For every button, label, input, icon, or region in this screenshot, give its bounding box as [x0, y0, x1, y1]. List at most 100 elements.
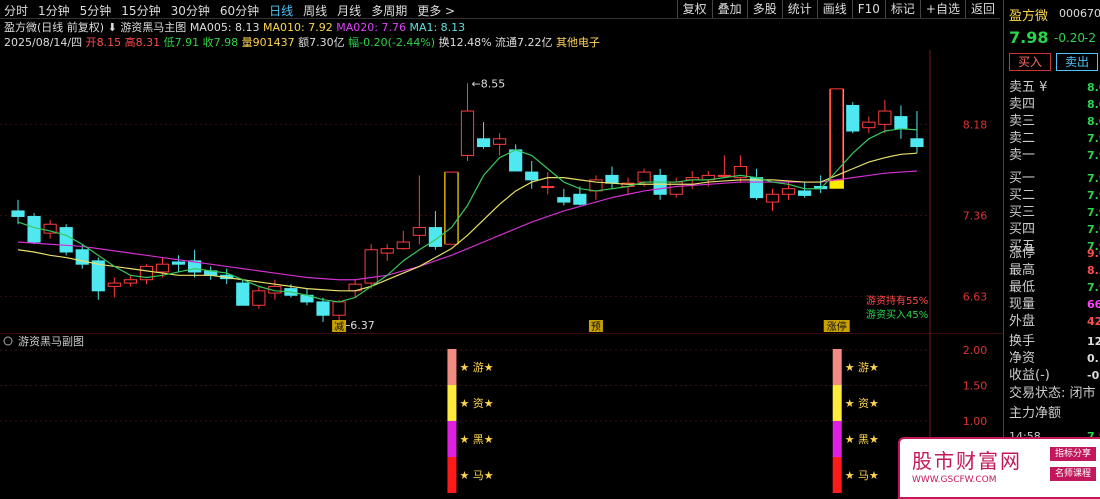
toolbar-button[interactable]: 标记 — [884, 0, 920, 18]
candle-body — [444, 171, 459, 245]
toolbar-button[interactable]: 多股 — [746, 0, 782, 18]
trade-status: 交易状态: 闭市 — [1009, 386, 1096, 401]
stat-label: 外盘 — [1009, 314, 1036, 329]
candle-body — [878, 110, 892, 125]
stat-label: 换手 — [1009, 334, 1036, 349]
candle-body — [316, 301, 330, 316]
open: 开8.15 — [85, 36, 122, 49]
period-tab[interactable]: 30分钟 — [171, 2, 210, 19]
toolbar-button[interactable]: 统计 — [781, 0, 817, 18]
stat-value: 12.48 — [1087, 335, 1100, 348]
sell-button[interactable]: 卖出 — [1056, 53, 1098, 71]
period-tab[interactable]: 周线 — [303, 2, 327, 19]
holding-legend: 游资持有55% — [866, 294, 928, 307]
sub-signal-label: ★ 黑★ — [459, 433, 493, 446]
toolbar-button[interactable]: 画线 — [816, 0, 852, 18]
sub-signal-bar — [447, 457, 457, 493]
candle-body — [493, 138, 507, 145]
chevron-down-icon — [3, 336, 13, 346]
indicator-share-badge[interactable]: 指标分享 — [1050, 447, 1096, 461]
candle-body — [717, 174, 731, 177]
order-level-label: 卖四 — [1009, 97, 1036, 112]
chevron-down-icon[interactable]: ⬇ — [108, 21, 117, 34]
sub-signal-bar — [832, 457, 842, 493]
float-cap: 流通7.22亿 — [495, 36, 553, 49]
high-annotation: ←8.55 — [472, 77, 506, 90]
sub-signal-label: ★ 马★ — [459, 469, 493, 482]
candle-body — [862, 121, 876, 129]
sub-tick-label: 1.00 — [963, 415, 988, 428]
period-tab[interactable]: 分时 — [4, 2, 28, 19]
candle-body — [171, 261, 186, 265]
buy-button[interactable]: 买入 — [1009, 53, 1051, 71]
quote-panel: 盈方微 000670 7.98 -0.20 -2 买入 卖出 卖五 ¥ 8.0 卖四… — [1003, 0, 1100, 495]
candle-body — [396, 241, 410, 250]
order-level-label: 买三 — [1009, 205, 1036, 220]
candle-body — [155, 263, 170, 273]
period-tab[interactable]: 15分钟 — [121, 2, 160, 19]
period-tabs: 分时 1分钟 5分钟 15分钟 30分钟 60分钟 日线 周线 月线 多周期 更多 > — [4, 2, 465, 19]
candle-body — [380, 248, 394, 254]
candle-body — [509, 149, 523, 172]
price-change-pct: -2 — [1084, 31, 1096, 45]
toolbar-button[interactable]: 叠加 — [711, 0, 747, 18]
order-level-price: 8.0 — [1087, 81, 1100, 94]
period-tab[interactable]: 1分钟 — [38, 2, 70, 19]
stat-value: 663 — [1087, 298, 1100, 311]
course-badge[interactable]: 名师课程 — [1050, 467, 1096, 481]
toolbar-button[interactable]: +自选 — [919, 0, 965, 18]
candle-body — [476, 138, 491, 148]
candle-body — [573, 193, 587, 205]
stat-value: 8.3 — [1087, 264, 1100, 277]
amplitude: 幅-0.20(-2.44%) — [348, 36, 436, 49]
order-level-price: 7.9 — [1087, 172, 1100, 185]
sub-signal-label: ★ 马★ — [845, 469, 879, 482]
main-flow-label[interactable]: 主力净额 — [1009, 405, 1061, 422]
period-tab[interactable]: 日线 — [269, 2, 293, 19]
sector[interactable]: 其他电子 — [556, 36, 600, 49]
candle-body — [846, 104, 860, 132]
order-level-label: 买二 — [1009, 188, 1036, 203]
ma-info-line: 盈方微(日线 前复权) ⬇ 游资黑马主图 MA005: 8.13 MA010: … — [4, 19, 465, 35]
candle-body — [798, 190, 812, 196]
signal-marker-label: 涨停 — [827, 320, 847, 333]
sub-signal-bar — [447, 385, 457, 421]
sub-signal-bar — [832, 385, 842, 421]
volume: 量901437 — [241, 36, 295, 49]
stock-code: 000670 — [1059, 7, 1100, 20]
period-tab[interactable]: 多周期 — [371, 2, 407, 19]
price-tick-label: 6.63 — [963, 290, 988, 303]
period-tab[interactable]: 60分钟 — [220, 2, 259, 19]
ma10-value: MA010: 7.92 — [263, 21, 333, 34]
order-level-price: 7.9 — [1087, 189, 1100, 202]
candle-body — [541, 186, 555, 189]
candle-body — [894, 116, 908, 130]
stat-value: 7.9 — [1087, 281, 1100, 294]
toolbar-buttons: 复权 叠加 多股 统计 画线 F10 标记 +自选 返回 — [676, 0, 1000, 18]
site-watermark: 股市财富网 WWW.GSCFW.COM 指标分享 名师课程 — [898, 437, 1100, 499]
period-tab[interactable]: 更多 > — [417, 2, 455, 19]
candle-body — [525, 171, 539, 181]
toolbar-button[interactable]: F10 — [851, 0, 885, 18]
sub-signal-label: ★ 黑★ — [845, 433, 879, 446]
low: 低7.91 — [163, 36, 200, 49]
signal-marker-label: 减 — [334, 321, 344, 333]
date: 2025/08/14/四 — [4, 36, 83, 49]
candle-body — [332, 301, 346, 316]
candle-body — [781, 188, 796, 195]
period-tab[interactable]: 月线 — [337, 2, 361, 19]
toolbar-button[interactable]: 复权 — [676, 0, 712, 18]
toolbar-button[interactable]: 返回 — [964, 0, 1000, 18]
indicator-name[interactable]: 游资黑马主图 — [120, 21, 186, 34]
turnover: 换12.48% — [438, 36, 492, 49]
price-tick-label: 7.36 — [963, 209, 988, 222]
high: 高8.31 — [124, 36, 161, 49]
candle-body — [412, 227, 426, 236]
order-level-price: 7.9 — [1087, 132, 1100, 145]
stock-name: 盈方微 — [1009, 9, 1049, 24]
period-tab[interactable]: 5分钟 — [80, 2, 112, 19]
ma5-value: MA005: 8.13 — [189, 21, 260, 34]
stat-value: -0.02 — [1087, 369, 1100, 382]
sub-chart[interactable]: 游资黑马副图 2.00 1.50 1.00 ★ 游★ ★ 资★ ★ 黑★ ★ 马★ ★ 游★ ★ … — [0, 333, 1003, 495]
price-chart[interactable]: 8.18 7.36 6.63 ←8.55 ←6.37减 预 涨停 游资持有55%游资买入45% — [0, 50, 1003, 333]
